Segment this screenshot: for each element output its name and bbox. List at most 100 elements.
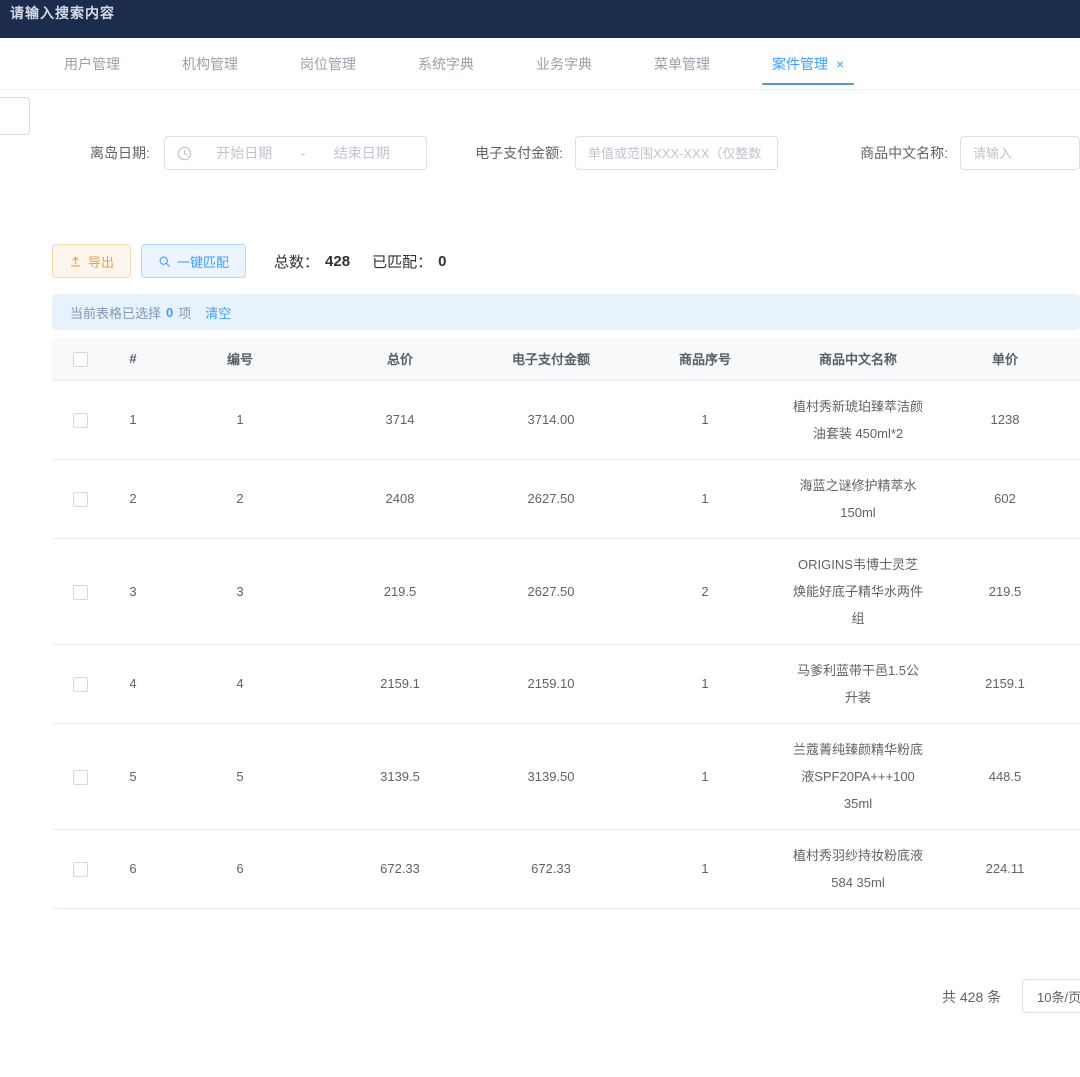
row-index: 5: [108, 723, 158, 829]
tab-7[interactable]: 案件管理 ×: [766, 38, 850, 90]
table-row: 77602602.001海蓝之谜修护精萃水 150ml602: [52, 908, 1080, 909]
page-size-select[interactable]: 10条/页: [1022, 979, 1080, 1013]
row-checkbox[interactable]: [73, 413, 88, 428]
row-select-cell[interactable]: [52, 380, 108, 459]
row-index: 1: [108, 380, 158, 459]
table-row: 1137143714.001植村秀新琥珀臻萃洁颜油套装 450ml*21238: [52, 380, 1080, 459]
row-index: 2: [108, 459, 158, 538]
row-epay: 2627.50: [478, 459, 624, 538]
matched-label: 已匹配：: [372, 251, 432, 272]
active-tab-underline: [762, 83, 854, 85]
table-row: 33219.52627.502ORIGINS韦博士灵芝焕能好底子精华水两件组21…: [52, 538, 1080, 644]
total-value: 428: [325, 253, 350, 270]
selection-count: 0: [166, 305, 173, 320]
tab-label: 用户管理: [64, 56, 120, 72]
column-header: 电子支付金额: [478, 338, 624, 380]
matched-value: 0: [438, 253, 446, 270]
row-unit-price: 448.5: [930, 723, 1080, 829]
date-filter-label: 离岛日期:: [90, 143, 150, 163]
row-code: 6: [158, 829, 322, 908]
tab-6[interactable]: 菜单管理: [648, 38, 716, 90]
column-header: 商品序号: [624, 338, 786, 380]
end-date-placeholder[interactable]: 结束日期: [309, 143, 414, 163]
clock-icon: [177, 146, 192, 161]
one-click-match-button[interactable]: 一键匹配: [141, 244, 246, 278]
row-unit-price: 219.5: [930, 538, 1080, 644]
row-epay: 602.00: [478, 908, 624, 909]
amount-filter-label: 电子支付金额:: [475, 143, 563, 163]
main-content: 离岛日期: 开始日期 - 结束日期 电子支付金额: 商品中文名称: 导出: [0, 90, 1080, 1015]
row-seq: 1: [624, 908, 786, 909]
close-tab-icon[interactable]: ×: [836, 56, 844, 72]
row-checkbox[interactable]: [73, 677, 88, 692]
upload-icon: [69, 255, 82, 268]
row-epay: 2159.10: [478, 644, 624, 723]
tab-5[interactable]: 业务字典: [530, 38, 598, 90]
row-total: 602: [322, 908, 478, 909]
row-select-cell[interactable]: [52, 538, 108, 644]
tab-1[interactable]: 用户管理: [58, 38, 126, 90]
row-select-cell[interactable]: [52, 723, 108, 829]
column-header: 编号: [158, 338, 322, 380]
clear-selection-link[interactable]: 清空: [205, 303, 231, 322]
row-total: 2159.1: [322, 644, 478, 723]
column-header: 单价: [930, 338, 1080, 380]
select-all-checkbox[interactable]: [73, 352, 88, 367]
tab-label: 案件管理: [772, 56, 828, 72]
tab-label: 岗位管理: [300, 56, 356, 72]
selection-suffix: 项: [178, 303, 191, 322]
row-epay: 3714.00: [478, 380, 624, 459]
export-button[interactable]: 导出: [52, 244, 131, 278]
top-navbar: 请输入搜索内容: [0, 0, 1080, 38]
row-select-cell[interactable]: [52, 829, 108, 908]
tab-label: 菜单管理: [654, 56, 710, 72]
row-checkbox[interactable]: [73, 862, 88, 877]
row-index: 4: [108, 644, 158, 723]
global-search-input[interactable]: 请输入搜索内容: [10, 3, 115, 23]
tab-3[interactable]: 岗位管理: [294, 38, 362, 90]
product-name-input[interactable]: [960, 136, 1080, 170]
row-code: 2: [158, 459, 322, 538]
row-index: 6: [108, 829, 158, 908]
row-total: 672.33: [322, 829, 478, 908]
row-total: 3139.5: [322, 723, 478, 829]
header-select-all[interactable]: [52, 338, 108, 380]
row-epay: 3139.50: [478, 723, 624, 829]
row-product-name: 兰蔻菁纯臻颜精华粉底液SPF20PA+++100 35ml: [786, 723, 930, 829]
row-total: 2408: [322, 459, 478, 538]
table-row: 66672.33672.331植村秀羽纱持妆粉底液584 35ml224.11: [52, 829, 1080, 908]
row-checkbox[interactable]: [73, 770, 88, 785]
row-checkbox[interactable]: [73, 585, 88, 600]
row-code: 3: [158, 538, 322, 644]
row-seq: 1: [624, 829, 786, 908]
toolbar: 导出 一键匹配 总数： 428 已匹配： 0: [52, 244, 1080, 278]
row-unit-price: 2159.1: [930, 644, 1080, 723]
tab-bar: 用户管理 机构管理 岗位管理 系统字典业务字典 菜单管理 案件管理 ×: [0, 38, 1080, 90]
export-button-label: 导出: [88, 252, 114, 271]
column-header: 商品中文名称: [786, 338, 930, 380]
row-select-cell[interactable]: [52, 644, 108, 723]
row-unit-price: 602: [930, 459, 1080, 538]
row-index: 7: [108, 908, 158, 909]
row-unit-price: 224.11: [930, 829, 1080, 908]
filter-row: 离岛日期: 开始日期 - 结束日期 电子支付金额: 商品中文名称:: [0, 90, 1080, 170]
table-row: 553139.53139.501兰蔻菁纯臻颜精华粉底液SPF20PA+++100…: [52, 723, 1080, 829]
tab-label: 机构管理: [182, 56, 238, 72]
row-unit-price: 1238: [930, 380, 1080, 459]
amount-input[interactable]: [575, 136, 778, 170]
date-range-picker[interactable]: 开始日期 - 结束日期: [164, 136, 427, 170]
row-epay: 672.33: [478, 829, 624, 908]
row-index: 3: [108, 538, 158, 644]
table-body: 1137143714.001植村秀新琥珀臻萃洁颜油套装 450ml*212382…: [52, 380, 1080, 909]
row-checkbox[interactable]: [73, 492, 88, 507]
row-seq: 1: [624, 380, 786, 459]
tab-4[interactable]: 系统字典: [412, 38, 480, 90]
row-select-cell[interactable]: [52, 908, 108, 909]
row-select-cell[interactable]: [52, 459, 108, 538]
row-product-name: 马爹利蓝带干邑1.5公升装: [786, 644, 930, 723]
tab-2[interactable]: 机构管理: [176, 38, 244, 90]
selection-bar: 当前表格已选择 0 项 清空: [52, 294, 1080, 330]
row-product-name: ORIGINS韦博士灵芝焕能好底子精华水两件组: [786, 538, 930, 644]
start-date-placeholder[interactable]: 开始日期: [192, 143, 297, 163]
total-label: 总数：: [274, 251, 319, 272]
